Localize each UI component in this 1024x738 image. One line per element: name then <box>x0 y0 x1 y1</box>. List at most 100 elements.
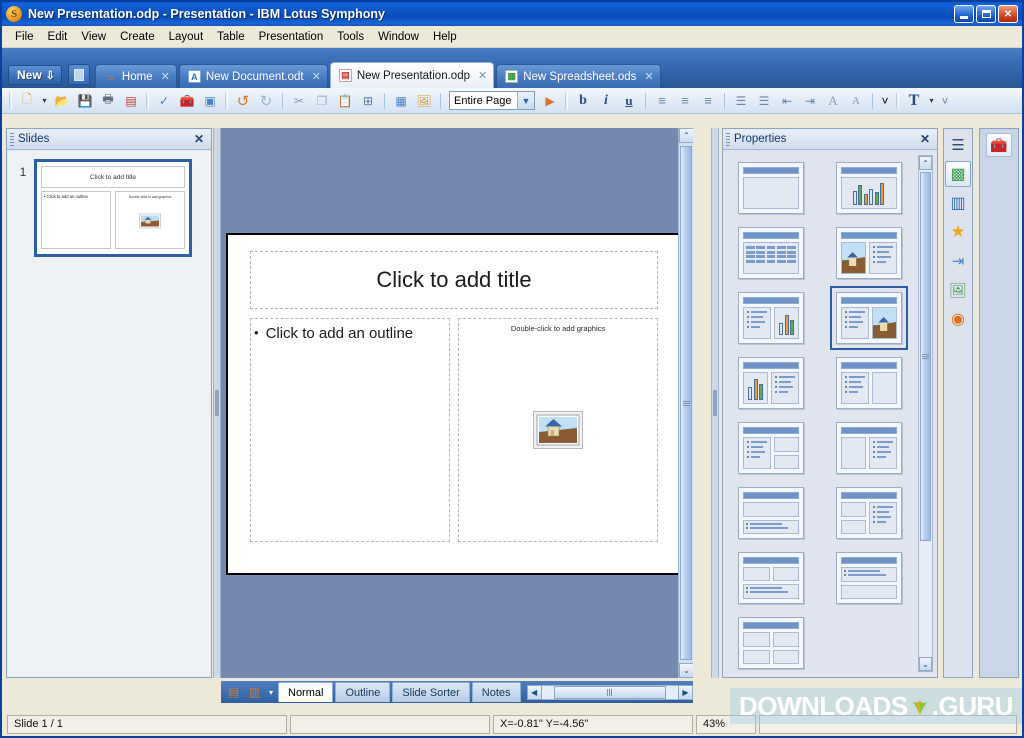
layout-option-title-text-chart[interactable] <box>738 292 804 344</box>
scroll-thumb[interactable] <box>553 685 666 699</box>
copy-icon[interactable]: ❐ <box>311 90 333 111</box>
insert-picture-icon[interactable]: 🖼 <box>413 90 435 111</box>
menu-item-window[interactable]: Window <box>371 29 426 45</box>
layout-option-title-text-box[interactable] <box>835 357 902 409</box>
print-icon[interactable]: 🖶 <box>97 90 119 111</box>
redo-icon[interactable]: ↻ <box>255 90 277 111</box>
table-icon[interactable]: ▦ <box>390 90 412 111</box>
maximize-button[interactable] <box>976 5 996 23</box>
layout-gallery[interactable]: ⌃ ⌄ <box>724 151 936 676</box>
panel-grip-icon[interactable] <box>726 132 730 146</box>
scroll-thumb[interactable] <box>680 146 692 660</box>
decrease-indent-icon[interactable]: ⇤ <box>776 90 798 111</box>
cut-icon[interactable]: ✂ <box>288 90 310 111</box>
menu-item-edit[interactable]: Edit <box>41 29 75 45</box>
navigator-icon[interactable]: ◉ <box>945 306 971 332</box>
spellcheck-icon[interactable]: ✓ <box>153 90 175 111</box>
menu-item-view[interactable]: View <box>74 29 113 45</box>
toolbar-overflow-icon[interactable]: ˅ <box>878 90 892 111</box>
bullet-list-icon[interactable]: ☰ <box>730 90 752 111</box>
slides-list[interactable]: 1 Click to add title • Click to add an o… <box>8 151 210 676</box>
tab-outline[interactable]: Outline <box>335 682 391 702</box>
underline-icon[interactable]: u <box>618 90 640 111</box>
new-document-button[interactable]: New ⇩ <box>8 65 62 85</box>
horizontal-scrollbar[interactable]: ◀ ▶ <box>526 684 693 700</box>
layout-option-title-2box-text[interactable] <box>835 487 902 539</box>
master-view-icon[interactable]: ▥ <box>245 683 264 701</box>
zoom-select[interactable]: Entire Page ▼ <box>449 91 535 110</box>
undo-icon[interactable]: ↺ <box>232 90 254 111</box>
slide-surface[interactable]: Click to add title • Click to add an out… <box>226 233 682 575</box>
close-icon[interactable]: ✕ <box>917 132 933 146</box>
increase-indent-icon[interactable]: ⇥ <box>799 90 821 111</box>
tab-close-icon[interactable]: ✕ <box>158 70 170 83</box>
numbered-list-icon[interactable]: ☰ <box>753 90 775 111</box>
layout-option-title-box-text[interactable] <box>835 422 902 474</box>
slide-thumbnail-1[interactable]: Click to add title • Click to add an out… <box>34 159 192 257</box>
scroll-track[interactable] <box>541 684 678 700</box>
layout-option-title-chart[interactable] <box>835 162 902 214</box>
canvas-vertical-scrollbar[interactable]: ⌃ ⌄ <box>678 128 693 678</box>
text-dropdown-icon[interactable]: ▾ <box>926 90 937 111</box>
chevron-down-icon[interactable]: ▼ <box>517 92 534 109</box>
slide-show-icon[interactable]: ▣ <box>199 90 221 111</box>
align-right-icon[interactable]: ≡ <box>697 90 719 111</box>
graphics-placeholder[interactable]: Double-click to add graphics <box>458 318 658 542</box>
layout-option-title-2boxes-text[interactable] <box>738 552 804 604</box>
save-icon[interactable]: 💾 <box>74 90 96 111</box>
effects-star-icon[interactable]: ★ <box>945 219 971 245</box>
right-splitter[interactable] <box>711 128 719 678</box>
layout-option-title-text-graphic[interactable] <box>829 286 908 350</box>
scroll-down-button[interactable]: ⌄ <box>679 663 693 678</box>
open-icon[interactable]: 📂 <box>51 90 73 111</box>
textbox-icon[interactable]: ⊞ <box>357 90 379 111</box>
layout-option-title-only[interactable] <box>738 162 804 214</box>
tab-new-presentation[interactable]: ▤ New Presentation.odp ✕ <box>329 62 495 88</box>
menu-item-help[interactable]: Help <box>426 29 464 45</box>
properties-scroll-up-button[interactable]: ⌃ <box>919 156 932 170</box>
tab-overview-button[interactable] <box>67 64 90 85</box>
gallery-icon[interactable]: 🖼 <box>945 277 971 303</box>
layout-option-title-graphic-text[interactable] <box>835 227 902 279</box>
tab-notes[interactable]: Notes <box>471 682 521 702</box>
minimize-button[interactable] <box>954 5 974 23</box>
image-placeholder-icon[interactable] <box>533 411 583 449</box>
close-icon[interactable]: ✕ <box>191 132 207 146</box>
layout-option-title-table[interactable] <box>738 227 804 279</box>
slide-canvas[interactable]: Click to add title • Click to add an out… <box>221 128 693 678</box>
scroll-right-button[interactable]: ▶ <box>678 684 693 700</box>
tab-home[interactable]: ⌂ Home ✕ <box>94 64 177 88</box>
new-dropdown-icon[interactable]: ⇩ <box>46 69 55 82</box>
tab-new-document[interactable]: A New Document.odt ✕ <box>178 64 328 88</box>
toolbar-overflow2-icon[interactable]: ˅ <box>938 90 952 111</box>
menu-item-layout[interactable]: Layout <box>162 29 211 45</box>
layout-option-title-box-over-text[interactable] <box>738 487 804 539</box>
properties-scroll-down-button[interactable]: ⌄ <box>919 657 932 671</box>
tab-close-icon[interactable]: ✕ <box>641 70 653 83</box>
decrease-font-icon[interactable]: A <box>845 90 867 111</box>
tab-close-icon[interactable]: ✕ <box>309 70 321 83</box>
tab-new-spreadsheet[interactable]: ▦ New Spreadsheet.ods ✕ <box>496 64 661 88</box>
align-left-icon[interactable]: ≡ <box>651 90 673 111</box>
transitions-icon[interactable]: ⇥ <box>945 248 971 274</box>
normal-view-icon[interactable]: ▤ <box>224 683 243 701</box>
menu-item-tools[interactable]: Tools <box>330 29 371 45</box>
close-button[interactable]: ✕ <box>998 5 1018 23</box>
layout-option-title-four-boxes[interactable] <box>738 617 804 669</box>
scroll-left-button[interactable]: ◀ <box>526 684 542 700</box>
export-pdf-icon[interactable]: ▤ <box>120 90 142 111</box>
chart-icon[interactable]: ▥ <box>945 190 971 216</box>
increase-font-icon[interactable]: A <box>822 90 844 111</box>
tab-slide-sorter[interactable]: Slide Sorter <box>392 682 470 702</box>
tab-normal[interactable]: Normal <box>278 682 334 702</box>
toolbox-icon[interactable]: 🧰 <box>986 133 1012 157</box>
properties-vertical-scrollbar[interactable]: ⌃ ⌄ <box>918 155 933 672</box>
layout-option-title-chart-text[interactable] <box>738 357 804 409</box>
text-properties-icon[interactable]: T <box>903 90 925 111</box>
layout-option-title-text-2boxes[interactable] <box>738 422 804 474</box>
view-dropdown-icon[interactable]: ▾ <box>266 683 276 701</box>
start-slideshow-icon[interactable]: ▶ <box>539 90 561 111</box>
menu-item-create[interactable]: Create <box>113 29 162 45</box>
bold-icon[interactable]: b <box>572 90 594 111</box>
paste-icon[interactable]: 📋 <box>334 90 356 111</box>
